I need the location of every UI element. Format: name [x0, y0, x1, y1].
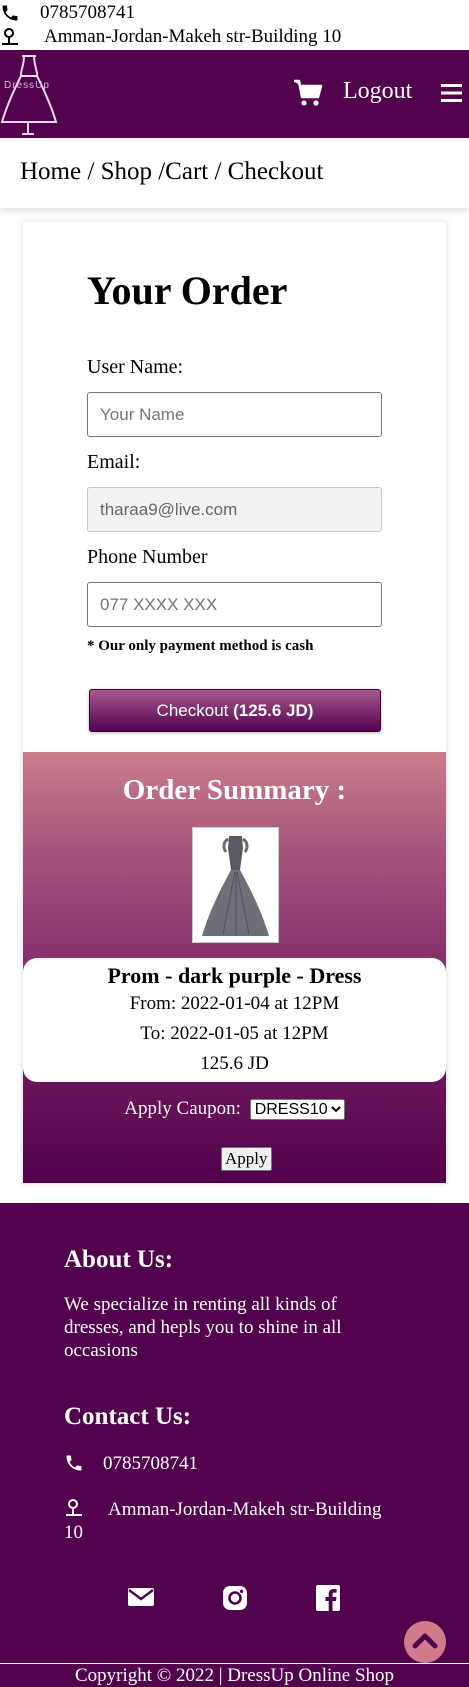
order-title: Your Order: [87, 268, 288, 313]
footer: About Us: We specialize in renting all k…: [0, 1203, 469, 1687]
footer-phone-text: 0785708741: [103, 1453, 198, 1474]
facebook-icon[interactable]: [316, 1585, 340, 1611]
location-pin-icon: [2, 28, 18, 45]
checkout-button[interactable]: Checkout (125.6 JD): [89, 689, 381, 732]
payment-note: * Our only payment method is cash: [87, 638, 314, 654]
logo-text: DressUp: [4, 80, 50, 91]
chevron-up-icon: [412, 1633, 438, 1649]
top-phone-row: 0785708741: [0, 2, 135, 24]
email-field[interactable]: [87, 487, 382, 532]
email-label: Email:: [87, 451, 141, 473]
hamburger-menu-icon[interactable]: [441, 83, 462, 103]
cart-icon[interactable]: [293, 78, 323, 108]
breadcrumb-bar: Home / Shop /Cart / Checkout: [0, 138, 469, 208]
breadcrumb-checkout: Checkout: [227, 158, 324, 185]
footer-address-row: Amman-Jordan-Makeh str-Building 10: [64, 1498, 404, 1544]
checkout-label: Checkout: [156, 700, 229, 720]
coupon-row: Apply Caupon: DRESS10: [23, 1098, 446, 1120]
breadcrumb-cart[interactable]: Cart: [165, 158, 208, 185]
top-address-text: Amman-Jordan-Makeh str-Building 10: [44, 26, 342, 47]
phone-label: Phone Number: [87, 546, 208, 568]
contact-title: Contact Us:: [64, 1403, 192, 1430]
summary-title: Order Summary :: [122, 774, 347, 806]
location-pin-icon: [66, 1499, 82, 1516]
logout-link[interactable]: Logout: [343, 78, 412, 105]
coupon-label: Apply Caupon:: [124, 1098, 241, 1119]
scroll-to-top-button[interactable]: [404, 1621, 446, 1663]
instagram-icon[interactable]: [222, 1585, 248, 1611]
username-label: User Name:: [87, 356, 184, 378]
product-name: Prom - dark purple - Dress: [107, 963, 362, 988]
apply-coupon-button[interactable]: Apply: [221, 1147, 272, 1171]
product-price: 125.6 JD: [200, 1053, 269, 1074]
checkout-total: (125.6 JD): [233, 700, 314, 720]
top-phone-text: 0785708741: [40, 2, 135, 23]
mail-icon[interactable]: [127, 1585, 155, 1609]
dress-image: [192, 827, 279, 943]
dress-logo-icon[interactable]: DressUp: [0, 50, 60, 138]
product-details: Prom - dark purple - Dress From: 2022-01…: [23, 958, 446, 1082]
footer-phone-row: 0785708741: [64, 1453, 198, 1475]
about-title: About Us:: [64, 1246, 174, 1273]
coupon-select[interactable]: DRESS10: [249, 1099, 345, 1120]
phone-input[interactable]: [87, 582, 382, 627]
phone-icon: [2, 5, 18, 21]
top-address-row: Amman-Jordan-Makeh str-Building 10: [0, 26, 341, 48]
navbar: DressUp Logout: [0, 50, 469, 138]
username-input[interactable]: [87, 392, 382, 437]
footer-address-text: Amman-Jordan-Makeh str-Building 10: [64, 1499, 382, 1543]
rental-from: From: 2022-01-04 at 12PM: [129, 993, 340, 1014]
breadcrumb-home[interactable]: Home: [20, 158, 81, 185]
copyright: Copyright © 2022 | DressUp Online Shop: [0, 1663, 469, 1687]
phone-icon: [66, 1455, 82, 1471]
order-summary: Order Summary : Prom - dark purple - Dre…: [23, 752, 446, 1183]
about-text: We specialize in renting all kinds of dr…: [64, 1294, 342, 1361]
order-card: Your Order User Name: Email: Phone Numbe…: [23, 222, 446, 1183]
rental-to: To: 2022-01-05 at 12PM: [140, 1023, 329, 1044]
breadcrumb: Home / Shop /Cart / Checkout: [20, 158, 324, 185]
top-contact-bar: 0785708741 Amman-Jordan-Makeh str-Buildi…: [0, 0, 469, 50]
breadcrumb-shop[interactable]: Shop: [101, 158, 152, 185]
